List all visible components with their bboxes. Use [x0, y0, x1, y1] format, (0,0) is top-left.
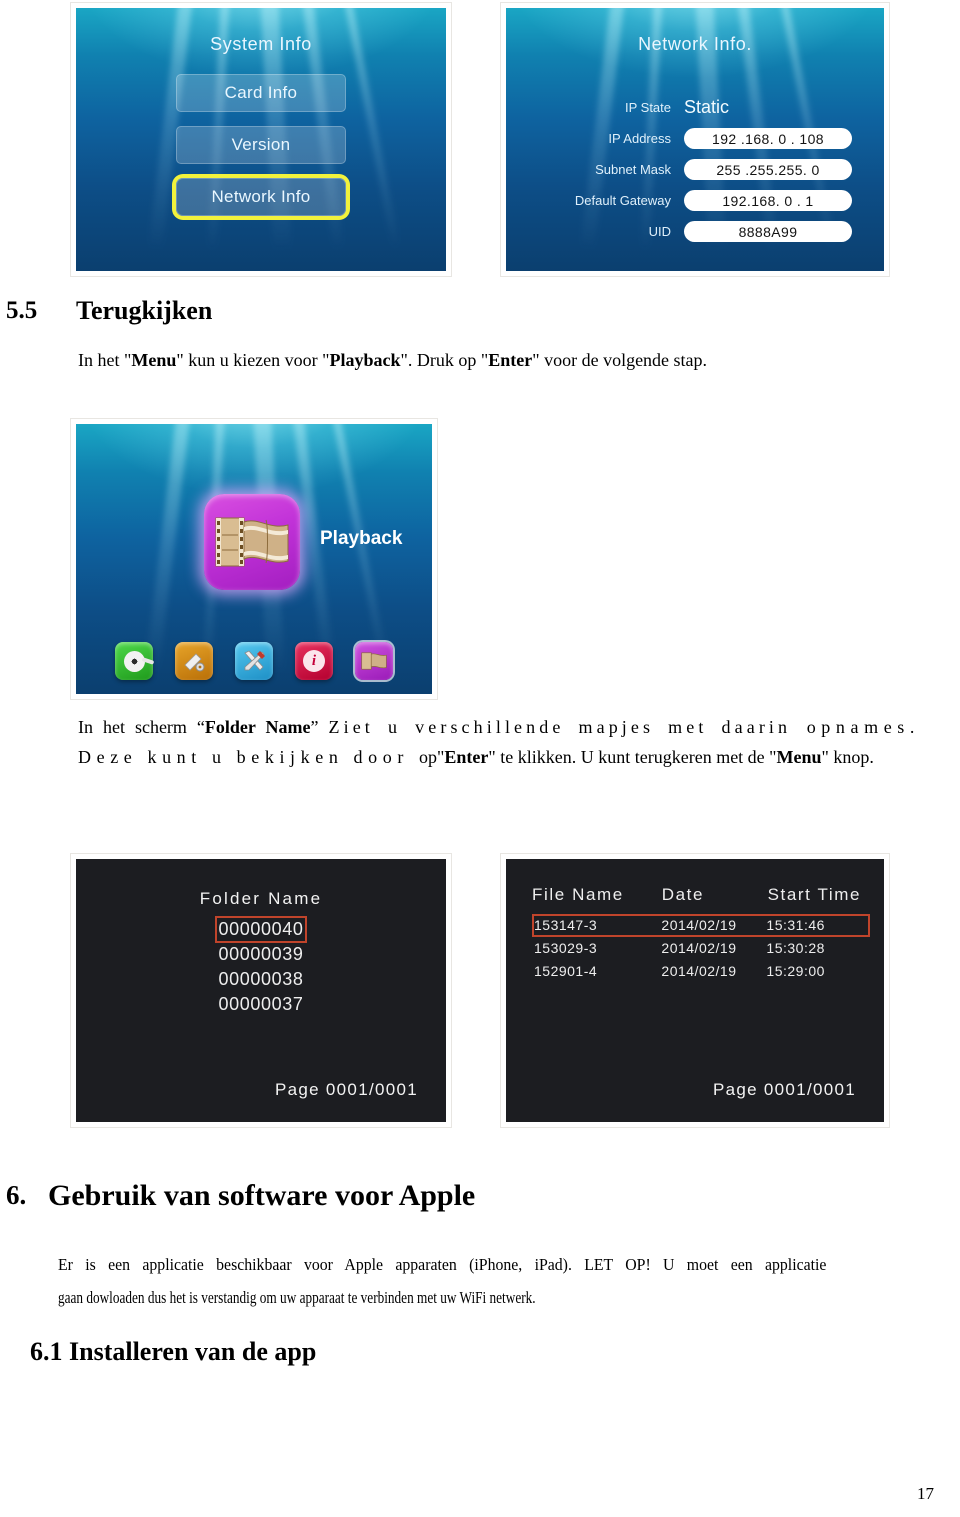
- cell-date: 2014/02/19: [661, 940, 737, 956]
- network-value-uid[interactable]: 8888A99: [684, 221, 852, 242]
- column-header-file-name: File Name: [532, 885, 624, 904]
- network-label: IP Address: [608, 131, 671, 146]
- film-strip-icon: [215, 517, 289, 567]
- cell-start-time: 15:31:46: [766, 917, 825, 933]
- network-row-ip-address: IP Address 192 .168. 0 . 108: [506, 123, 884, 154]
- network-value-subnet-mask[interactable]: 255 .255.255. 0: [684, 159, 852, 180]
- network-info-rows: IP State Static IP Address 192 .168. 0 .…: [506, 92, 884, 247]
- network-info-title: Network Info.: [638, 34, 752, 54]
- cell-start-time: 15:29:00: [766, 963, 825, 979]
- info-icon[interactable]: i: [295, 642, 333, 680]
- folder-list-item[interactable]: 00000040: [214, 916, 308, 943]
- network-row-uid: UID 8888A99: [506, 216, 884, 247]
- network-label: IP State: [624, 100, 671, 115]
- network-label: Default Gateway: [574, 193, 671, 208]
- folder-list-item[interactable]: 00000038: [216, 967, 307, 992]
- cell-date: 2014/02/19: [661, 917, 737, 933]
- para-bold-menu: Menu: [776, 747, 822, 767]
- section-55-number: 5.5: [6, 297, 38, 324]
- network-info-screenshot: Network Info. IP State Static IP Address…: [500, 2, 890, 277]
- para-bold-enter: Enter: [488, 350, 533, 370]
- folder-list: 00000040 00000039 00000038 00000037: [76, 916, 446, 1017]
- para-text: Ziet u verschillende mapjes met daarin: [328, 717, 792, 737]
- network-value-ip-address[interactable]: 192 .168. 0 . 108: [684, 128, 852, 149]
- cell-date: 2014/02/19: [661, 963, 737, 979]
- tools-icon[interactable]: [235, 642, 273, 680]
- network-value-default-gateway[interactable]: 192.168. 0 . 1: [684, 190, 852, 211]
- para-bold-menu: Menu: [131, 350, 177, 370]
- para-bold-enter: Enter: [444, 747, 489, 767]
- para-text: ". Druk op ": [400, 350, 489, 370]
- para-text: op": [419, 747, 445, 767]
- column-header-date: Date: [661, 885, 705, 904]
- section-6-number: 6.: [6, 1180, 27, 1210]
- menu-item-card-info[interactable]: Card Info: [176, 74, 346, 112]
- menu-item-network-info[interactable]: Network Info: [176, 178, 346, 216]
- playback-menu-osd: Playback i: [76, 424, 432, 694]
- network-label: Subnet Mask: [595, 162, 671, 177]
- playback-menu-screenshot: Playback i: [70, 418, 438, 700]
- network-info-osd: Network Info. IP State Static IP Address…: [506, 8, 884, 271]
- network-row-subnet-mask: Subnet Mask 255 .255.255. 0: [506, 154, 884, 185]
- section-61-title: 6.1 Installeren van de app: [30, 1337, 317, 1366]
- section-55-paragraph: In het "Menu" kun u kiezen voor "Playbac…: [78, 345, 918, 375]
- network-row-default-gateway: Default Gateway 192.168. 0 . 1: [506, 185, 884, 216]
- para-bold-playback: Playback: [329, 350, 401, 370]
- system-info-title: System Info: [210, 34, 312, 54]
- column-header-start-time: Start Time: [767, 885, 862, 904]
- page-indicator: Page 0001/0001: [713, 1080, 856, 1099]
- cell-file-name: 153147-3: [534, 917, 598, 933]
- file-table-header: File Name Date Start Time: [532, 885, 870, 914]
- system-info-screenshot: System Info Card Info Version Network In…: [70, 2, 452, 277]
- playback-app-icon-large[interactable]: [204, 494, 300, 590]
- page-number: 17: [917, 1484, 934, 1503]
- playback-icon[interactable]: [355, 642, 393, 680]
- para-text: In het scherm “: [78, 717, 205, 737]
- table-row[interactable]: 153147-3 2014/02/19 15:31:46: [532, 914, 870, 937]
- para-text: " voor de volgende stap.: [532, 350, 708, 370]
- network-value-ip-state: Static: [684, 97, 730, 117]
- para-bold-folder-name: Folder Name: [204, 717, 311, 737]
- recording-settings-icon[interactable]: [175, 642, 213, 680]
- folder-name-osd: Folder Name 00000040 00000039 00000038 0…: [76, 859, 446, 1122]
- network-label: UID: [648, 224, 671, 239]
- para-text: ”: [310, 717, 329, 737]
- paragraph-line: Er is een applicatie beschikbaar voor Ap…: [58, 1255, 827, 1274]
- folder-name-screenshot: Folder Name 00000040 00000039 00000038 0…: [70, 853, 452, 1128]
- cell-file-name: 152901-4: [534, 963, 598, 979]
- section-6-paragraph: Er is een applicatie beschikbaar voor Ap…: [58, 1248, 918, 1314]
- page-indicator: Page 0001/0001: [275, 1080, 418, 1099]
- para-text: " kun u kiezen voor ": [176, 350, 330, 370]
- network-row-ip-state: IP State Static: [506, 92, 884, 123]
- table-row[interactable]: 152901-4 2014/02/19 15:29:00: [532, 960, 870, 983]
- paragraph-line: gaan dowloaden dus het is verstandig om …: [58, 1288, 536, 1307]
- para-text: " knop.: [821, 747, 874, 767]
- section-6-title: Gebruik van software voor Apple: [48, 1179, 476, 1212]
- folder-name-paragraph: In het scherm “Folder Name” Ziet u versc…: [78, 712, 920, 772]
- file-name-screenshot: File Name Date Start Time 153147-3 2014/…: [500, 853, 890, 1128]
- playback-app-label: Playback: [320, 528, 403, 549]
- film-reel-icon[interactable]: [115, 642, 153, 680]
- table-row[interactable]: 153029-3 2014/02/19 15:30:28: [532, 937, 870, 960]
- file-table: File Name Date Start Time 153147-3 2014/…: [532, 885, 870, 983]
- cell-start-time: 15:30:28: [766, 940, 825, 956]
- folder-name-title: Folder Name: [199, 889, 323, 908]
- system-info-osd: System Info Card Info Version Network In…: [76, 8, 446, 271]
- file-name-osd: File Name Date Start Time 153147-3 2014/…: [506, 859, 884, 1122]
- section-55-title: Terugkijken: [76, 296, 213, 325]
- folder-list-item[interactable]: 00000037: [216, 992, 307, 1017]
- para-text: In het ": [78, 350, 132, 370]
- cell-file-name: 153029-3: [534, 940, 598, 956]
- folder-list-item[interactable]: 00000039: [216, 942, 307, 967]
- para-text: " te klikken. U kunt terugkeren met de ": [488, 747, 777, 767]
- playback-app-tray: i: [76, 642, 432, 680]
- menu-item-version[interactable]: Version: [176, 126, 346, 164]
